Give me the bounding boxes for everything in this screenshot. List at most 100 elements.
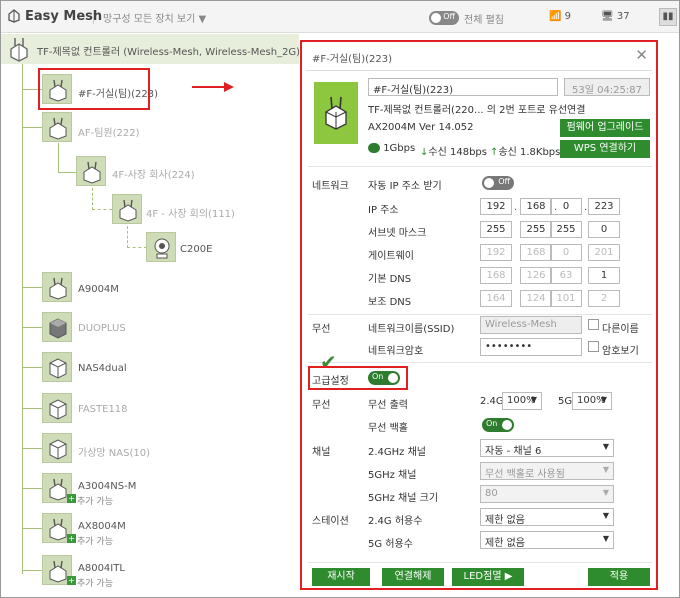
ip-octet-field[interactable]: 223: [588, 198, 620, 215]
tree-node-mesh[interactable]: [42, 272, 72, 302]
dns2-octet-field[interactable]: 164: [480, 290, 512, 307]
tree-node-camera[interactable]: [146, 232, 176, 262]
ip-octet-field[interactable]: 168: [520, 198, 552, 215]
tree-node-mesh[interactable]: [42, 112, 72, 142]
tree-node-label: A9004M: [78, 284, 119, 295]
chevron-down-icon: ▼: [602, 442, 609, 451]
connection-info: TF-제목없 컨트롤러(220... 의 2번 포트로 유선연결: [368, 105, 586, 116]
diff-name-checkbox[interactable]: [588, 319, 599, 330]
device-name-input[interactable]: #F-거실(팀)(223): [368, 78, 558, 96]
chevron-down-icon: ▼: [602, 511, 609, 520]
add-icon[interactable]: +: [67, 576, 76, 585]
add-available-label: 추가 가능: [77, 537, 113, 547]
wifi-count: 📶 9: [549, 11, 571, 22]
close-icon[interactable]: ✕: [635, 46, 648, 64]
channel-24-select[interactable]: 자동 - 채널 6 ▼: [480, 439, 614, 457]
add-available-label: 추가 가능: [77, 579, 113, 589]
tree-node-nas[interactable]: [42, 393, 72, 423]
toggle-state: Off: [443, 12, 455, 21]
channel-width-label: 5GHz 채널 크기: [368, 493, 439, 504]
tree-node-label: C200E: [180, 244, 213, 255]
dns1-octet-field[interactable]: 126: [520, 267, 552, 284]
expand-all-toggle[interactable]: Off: [429, 11, 459, 25]
chevron-down-icon: ▼: [198, 14, 207, 25]
tree-line: [22, 448, 42, 449]
chevron-down-icon: ▼: [602, 534, 609, 543]
subnet-octet-field[interactable]: 255: [480, 221, 512, 238]
mesh-node-icon: [119, 199, 137, 222]
ip-label: IP 주소: [368, 205, 399, 216]
disconnect-button[interactable]: 연결해제: [382, 568, 444, 586]
tx-power-2g-select[interactable]: 100% ▼: [502, 392, 542, 410]
dns1-octet-field[interactable]: 1: [588, 267, 620, 284]
tree-node-nas[interactable]: [42, 433, 72, 463]
channel-5-label: 5GHz 채널: [368, 470, 417, 481]
password-input[interactable]: ••••••••: [480, 338, 582, 356]
backhaul-toggle[interactable]: On: [482, 418, 514, 432]
tree-line: [22, 327, 42, 328]
tree-line: [22, 408, 42, 409]
dns1-octet-field[interactable]: 63: [550, 267, 582, 284]
filter-label: 망구성 모든 장치 보기: [103, 14, 196, 25]
firmware-upgrade-button[interactable]: 펌웨어 업그레이드: [560, 119, 650, 137]
top-bar: Easy Mesh 망구성 모든 장치 보기 ▼ Off 전체 펼침 📶 9 🖥…: [1, 1, 679, 33]
dns2-octet-field[interactable]: 101: [550, 290, 582, 307]
ip-octet-field[interactable]: 0: [550, 198, 582, 215]
channel-5-select[interactable]: 무선 백홀로 사용됨 ▼: [480, 462, 614, 480]
tree-node-nas[interactable]: [42, 352, 72, 382]
dns1-octet-field[interactable]: 168: [480, 267, 512, 284]
section-station: 스테이션: [312, 516, 349, 527]
tree-line: [22, 488, 42, 489]
dns2-octet-field[interactable]: 2: [588, 290, 620, 307]
led-blink-button[interactable]: LED점멸 ▶: [452, 568, 524, 586]
mesh-node-icon: [49, 560, 67, 583]
tree-node-label: A8004ITL: [78, 563, 125, 574]
advanced-settings-toggle[interactable]: On: [368, 371, 400, 385]
mesh-node-icon: [49, 518, 67, 541]
station-5-label: 5G 허용수: [368, 539, 413, 550]
tree-line: [58, 172, 76, 173]
wps-connect-button[interactable]: WPS 연결하기: [560, 140, 650, 158]
gateway-octet-field[interactable]: 201: [588, 244, 620, 261]
root-controller-row[interactable]: TF-제목없 컨트롤러 (Wireless-Mesh, Wireless-Mes…: [1, 34, 300, 64]
add-icon[interactable]: +: [67, 494, 76, 503]
restart-button[interactable]: 재시작: [312, 568, 370, 586]
tree-node-label: DUOPLUS: [78, 323, 126, 334]
tree-node-nas[interactable]: [42, 312, 72, 342]
tx-power-5g-select[interactable]: 100% ▼: [572, 392, 612, 410]
rx-status: ↓수신 148bps: [420, 147, 487, 158]
add-icon[interactable]: +: [67, 534, 76, 543]
subnet-octet-field[interactable]: 0: [588, 221, 620, 238]
station-24-select[interactable]: 제한 없음 ▼: [480, 508, 614, 526]
ssid-input[interactable]: Wireless-Mesh: [480, 316, 582, 334]
tree-node-mesh[interactable]: [76, 156, 106, 186]
gateway-octet-field[interactable]: 0: [550, 244, 582, 261]
arrow-right-icon: [192, 82, 234, 92]
device-detail-panel: #F-거실(팀)(223) ✕ #F-거실(팀)(223) 53일 04:25:…: [300, 40, 658, 590]
tree-line: [22, 570, 42, 571]
stats-chart-button[interactable]: ▮▮: [659, 8, 677, 26]
tree-node-mesh[interactable]: [112, 194, 142, 224]
nas-icon: [49, 318, 67, 339]
apply-button[interactable]: 적용: [588, 568, 650, 586]
divider: [308, 166, 652, 167]
subnet-octet-field[interactable]: 255: [520, 221, 552, 238]
subnet-octet-field[interactable]: 255: [550, 221, 582, 238]
tree-node-label: FASTE118: [78, 404, 128, 415]
channel-width-select[interactable]: 80 ▼: [480, 485, 614, 503]
chevron-down-icon: ▼: [530, 395, 537, 404]
show-password-checkbox[interactable]: [588, 341, 599, 352]
add-available-label: 추가 가능: [77, 497, 113, 507]
mesh-node-icon: [49, 277, 67, 300]
section-adv-wireless: 무선: [312, 400, 331, 411]
tx-power-label: 무선 출력: [368, 400, 408, 411]
station-5-select[interactable]: 제한 없음 ▼: [480, 531, 614, 549]
chevron-down-icon: ▼: [602, 465, 609, 474]
gateway-octet-field[interactable]: 192: [480, 244, 512, 261]
auto-ip-toggle[interactable]: Off: [482, 176, 514, 190]
dns2-octet-field[interactable]: 124: [520, 290, 552, 307]
ip-octet-field[interactable]: 192: [480, 198, 512, 215]
gateway-octet-field[interactable]: 168: [520, 244, 552, 261]
device-filter-dropdown[interactable]: 망구성 모든 장치 보기 ▼: [103, 10, 206, 25]
divider: [308, 562, 652, 563]
